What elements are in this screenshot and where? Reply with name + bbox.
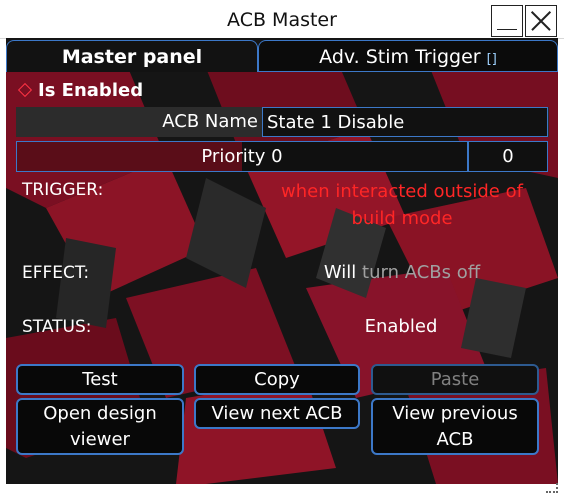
copy-button[interactable]: Copy [194, 364, 360, 395]
priority-value-field[interactable]: 0 [468, 141, 548, 172]
tab-adv-label: Adv. Stim Trigger [319, 46, 481, 68]
bottom-bar [0, 483, 564, 495]
trigger-label: TRIGGER: [22, 180, 104, 200]
minimize-button[interactable] [491, 5, 523, 37]
trigger-value: when interacted outside of build mode [281, 181, 523, 229]
acb-master-window: ACB Master Master panel Adv. Stim Trigge… [0, 0, 564, 495]
acb-name-row: ACB Name [16, 107, 549, 137]
is-enabled-toggle[interactable]: Is Enabled [17, 78, 144, 102]
tab-master-panel[interactable]: Master panel [6, 40, 258, 72]
tab-adv-badge: [] [486, 52, 497, 67]
status-value: Enabled [364, 316, 438, 337]
paste-button[interactable]: Paste [371, 364, 539, 395]
tab-divider [258, 71, 558, 72]
tab-adv-stim-trigger[interactable]: Adv. Stim Trigger [] [258, 40, 558, 72]
acb-name-label: ACB Name [162, 111, 258, 132]
open-design-viewer-button[interactable]: Open design viewer [16, 398, 184, 455]
status-label: STATUS: [22, 317, 92, 337]
view-previous-acb-button[interactable]: View previous ACB [371, 398, 539, 455]
effect-will: Will [323, 262, 357, 283]
title-bar[interactable]: ACB Master [0, 0, 564, 39]
is-enabled-label: Is Enabled [38, 79, 144, 101]
resize-grip-icon[interactable] [546, 483, 558, 493]
test-button[interactable]: Test [16, 364, 184, 395]
close-button[interactable] [525, 5, 557, 37]
effect-label: EFFECT: [22, 263, 90, 283]
priority-slider[interactable]: Priority 0 [16, 141, 468, 172]
acb-name-input[interactable] [262, 107, 548, 137]
window-title: ACB Master [227, 9, 337, 31]
effect-action: turn ACBs off [362, 262, 481, 283]
view-next-acb-button[interactable]: View next ACB [194, 398, 360, 429]
diamond-toggle-icon [17, 82, 33, 98]
panel-content: Master panel Adv. Stim Trigger [] Is Ena… [6, 38, 558, 484]
effect-value: Will turn ACBs off [262, 262, 542, 283]
priority-slider-label: Priority 0 [201, 146, 283, 167]
